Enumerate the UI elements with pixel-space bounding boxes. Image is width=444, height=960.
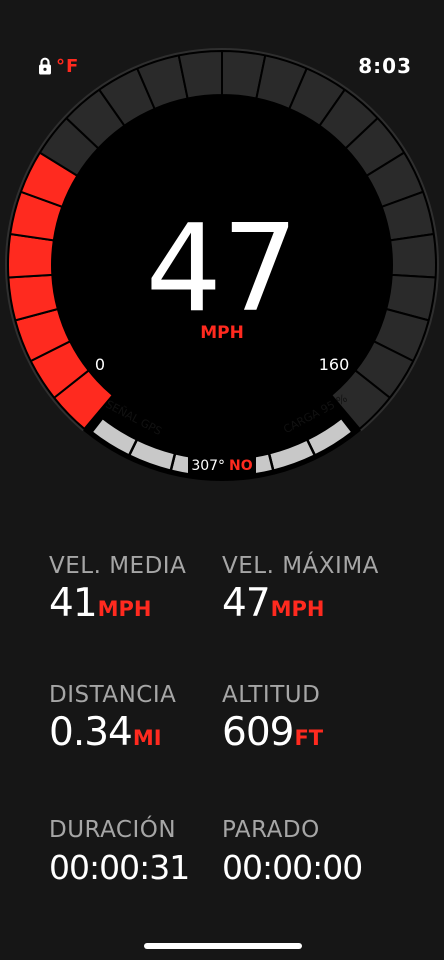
speed-unit: MPH	[200, 323, 244, 343]
avg-speed-stat: VEL. MEDIA 41MPH	[49, 552, 239, 633]
speed-ring-segment	[389, 232, 437, 279]
altitude-row: 609FT	[222, 711, 412, 762]
stopped-stat: PARADO 00:00:00	[222, 816, 412, 896]
speed-ring-segment	[7, 232, 55, 279]
speed-ring-segment	[177, 49, 223, 100]
duration-stat: DURACIÓN 00:00:31	[49, 816, 239, 896]
max-speed-unit: MPH	[270, 597, 325, 621]
stopped-value: 00:00:00	[222, 848, 363, 887]
avg-speed-label: VEL. MEDIA	[49, 553, 187, 579]
stopped-label: PARADO	[222, 817, 320, 843]
scale-max: 160	[319, 355, 350, 374]
altitude-stat: ALTITUD 609FT	[222, 681, 412, 762]
duration-label: DURACIÓN	[49, 817, 177, 843]
altitude-unit: FT	[294, 726, 324, 750]
duration-value: 00:00:31	[49, 848, 190, 887]
max-speed-stat: VEL. MÁXIMA 47MPH	[222, 552, 412, 633]
distance-value: 0.34	[49, 710, 133, 755]
distance-row: 0.34MI	[49, 711, 239, 762]
distance-stat: DISTANCIA 0.34MI	[49, 681, 239, 762]
home-indicator[interactable]	[144, 943, 302, 949]
altitude-value: 609	[222, 710, 294, 755]
distance-unit: MI	[132, 726, 162, 750]
heading-readout: 307° NO	[191, 458, 252, 474]
max-speed-label: VEL. MÁXIMA	[222, 553, 379, 579]
scale-min: 0	[95, 355, 105, 374]
avg-speed-unit: MPH	[97, 597, 152, 621]
avg-speed-value: 41	[49, 581, 98, 626]
heading-degrees: 307°	[191, 458, 225, 474]
speedometer-gauge: 47 MPH 0 160 SEÑAL GPS CARGA 95 % 307° NO	[5, 48, 439, 481]
heading-direction: NO	[229, 458, 253, 474]
max-speed-row: 47MPH	[222, 582, 412, 633]
duration-row: 00:00:31	[49, 846, 239, 896]
max-speed-value: 47	[222, 581, 271, 626]
stopped-row: 00:00:00	[222, 846, 412, 896]
distance-label: DISTANCIA	[49, 682, 177, 708]
altitude-label: ALTITUD	[222, 682, 321, 708]
current-speed: 47	[146, 200, 299, 339]
avg-speed-row: 41MPH	[49, 582, 239, 633]
